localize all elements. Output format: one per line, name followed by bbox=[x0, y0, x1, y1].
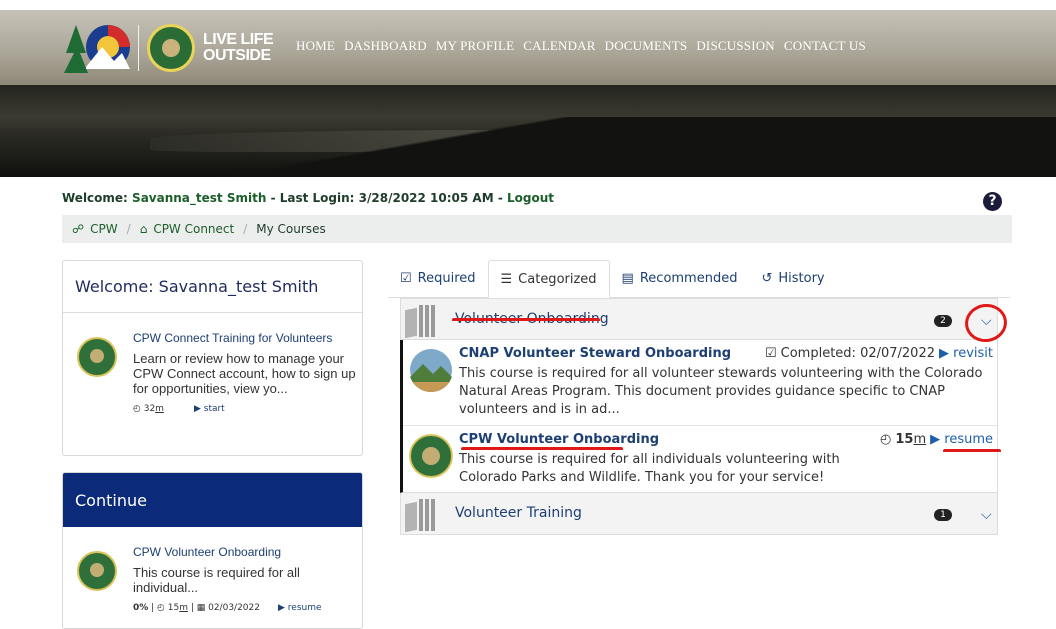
logo-line-2: OUTSIDE bbox=[203, 47, 271, 64]
last-login-label: - Last Login: bbox=[270, 191, 355, 205]
course-tabs: ☑ Required ☰ Categorized ▤ Recommended ↺ His… bbox=[388, 260, 1010, 298]
course-thumbnail bbox=[77, 337, 117, 377]
list-item: CPW Volunteer Onboarding This course is … bbox=[77, 545, 357, 613]
clock-icon: ◴ bbox=[880, 432, 892, 447]
link-icon: ☍ bbox=[72, 222, 85, 236]
continue-course-description: This course is required for all individu… bbox=[133, 565, 300, 595]
site-header: LIVE LIFE OUTSIDE HOME DASHBOARD MY PROF… bbox=[0, 10, 1056, 85]
tab-history[interactable]: ↺ History bbox=[749, 259, 836, 297]
welcome-card-title: Welcome: Savanna_test Smith bbox=[63, 261, 362, 313]
continue-course-progress: 0% | ◴ 15m | ▦ 02/03/2022 bbox=[133, 603, 260, 613]
night-sky-banner bbox=[0, 85, 1056, 177]
resume-link[interactable]: ▶ resume bbox=[930, 432, 993, 447]
category-accordion: Volunteer Onboarding 2 ⌵ CNAP Volunteer … bbox=[400, 298, 998, 535]
nav-discussion[interactable]: DISCUSSION bbox=[696, 38, 775, 54]
welcome-prefix: Welcome: bbox=[62, 191, 128, 205]
red-underline-annotation bbox=[943, 449, 1001, 453]
course-time: ◴ 32m bbox=[133, 404, 164, 414]
category-header-volunteer-training[interactable]: Volunteer Training 1 ⌵ bbox=[400, 493, 998, 535]
home-icon: ⌂ bbox=[139, 222, 148, 236]
last-login-value: 3/28/2022 10:05 AM bbox=[358, 191, 494, 205]
continue-course-title-link[interactable]: CPW Volunteer Onboarding bbox=[133, 545, 357, 559]
tab-categorized[interactable]: ☰ Categorized bbox=[487, 260, 610, 298]
top-border bbox=[0, 0, 1056, 10]
logo-divider bbox=[138, 25, 139, 71]
nav-calendar[interactable]: CALENDAR bbox=[523, 38, 595, 54]
breadcrumb: ☍ CPW / ⌂ CPW Connect / My Courses bbox=[62, 215, 1012, 243]
nav-home[interactable]: HOME bbox=[296, 38, 335, 54]
completed-status: Completed: 02/07/2022 bbox=[780, 346, 935, 361]
course-description: This course is required for all individu… bbox=[459, 452, 840, 485]
list-item: CPW Connect Training for Volunteers Lear… bbox=[77, 331, 357, 414]
course-description: Learn or review how to manage your CPW C… bbox=[133, 351, 356, 396]
welcome-line: Welcome: Savanna_test Smith - Last Login… bbox=[62, 191, 554, 205]
colorado-logo-icon bbox=[64, 25, 130, 73]
tab-recommended[interactable]: ▤ Recommended bbox=[610, 259, 750, 297]
tab-required[interactable]: ☑ Required bbox=[388, 259, 488, 297]
continue-resume-link[interactable]: ▶ resume bbox=[278, 603, 322, 613]
nav-contact-us[interactable]: CONTACT US bbox=[784, 38, 866, 54]
continue-card-title: Continue bbox=[63, 473, 362, 527]
course-status: ☑ Completed: 02/07/2022 ▶ revisit bbox=[765, 346, 993, 361]
welcome-user[interactable]: Savanna_test Smith bbox=[132, 191, 266, 205]
category-count-badge: 2 bbox=[934, 315, 952, 327]
cpw-seal-icon bbox=[409, 434, 453, 478]
category-title: Volunteer Training bbox=[455, 505, 582, 521]
nav-dashboard[interactable]: DASHBOARD bbox=[344, 38, 427, 54]
list-icon: ☰ bbox=[500, 271, 513, 287]
course-status: ◴ 15m ▶ resume bbox=[880, 432, 993, 447]
course-title-link[interactable]: CPW Connect Training for Volunteers bbox=[133, 331, 357, 345]
breadcrumb-my-courses: My Courses bbox=[256, 222, 326, 236]
category-body: CNAP Volunteer Steward Onboarding ☑ Comp… bbox=[400, 340, 998, 493]
help-icon[interactable]: ? bbox=[983, 192, 1002, 211]
logout-link[interactable]: Logout bbox=[507, 191, 554, 205]
continue-course-meta: 0% | ◴ 15m | ▦ 02/03/2022 ▶ resume bbox=[133, 603, 357, 613]
course-description: This course is required for all voluntee… bbox=[459, 366, 983, 417]
nav-my-profile[interactable]: MY PROFILE bbox=[436, 38, 514, 54]
course-title-link[interactable]: CPW Volunteer Onboarding bbox=[459, 432, 659, 447]
red-underline-annotation bbox=[452, 318, 600, 322]
card-icon: ▤ bbox=[621, 270, 634, 286]
start-link[interactable]: ▶ start bbox=[194, 404, 225, 414]
course-title-link[interactable]: CNAP Volunteer Steward Onboarding bbox=[459, 346, 731, 361]
table-row: CNAP Volunteer Steward Onboarding ☑ Comp… bbox=[403, 340, 997, 426]
continue-card: Continue CPW Volunteer Onboarding This c… bbox=[62, 472, 363, 629]
course-time: 15m bbox=[895, 432, 927, 447]
books-icon bbox=[403, 497, 437, 533]
logo-area[interactable]: LIVE LIFE OUTSIDE bbox=[62, 18, 274, 78]
course-thumbnail bbox=[77, 551, 117, 591]
course-meta: ◴ 32m ▶ start bbox=[133, 404, 357, 414]
logo-line-1: LIVE LIFE bbox=[203, 31, 274, 48]
cpw-seal-icon bbox=[147, 24, 195, 72]
breadcrumb-cpw[interactable]: CPW bbox=[90, 222, 117, 236]
calendar-check-icon: ☑ bbox=[765, 346, 777, 361]
books-icon bbox=[403, 303, 437, 339]
banner-hills bbox=[0, 117, 1056, 177]
breadcrumb-separator: / bbox=[243, 222, 248, 236]
history-icon: ↺ bbox=[761, 270, 773, 286]
category-count-badge: 1 bbox=[934, 509, 952, 521]
table-row: CPW Volunteer Onboarding ◴ 15m ▶ resume … bbox=[403, 426, 997, 492]
welcome-card: Welcome: Savanna_test Smith CPW Connect … bbox=[62, 260, 363, 456]
breadcrumb-separator: / bbox=[126, 222, 131, 236]
nav-documents[interactable]: DOCUMENTS bbox=[605, 38, 688, 54]
welcome-dash: - bbox=[497, 191, 503, 205]
main-nav: HOME DASHBOARD MY PROFILE CALENDAR DOCUM… bbox=[296, 38, 866, 54]
breadcrumb-cpw-connect[interactable]: CPW Connect bbox=[153, 222, 234, 236]
revisit-link[interactable]: ▶ revisit bbox=[939, 346, 993, 361]
live-life-outside-logo: LIVE LIFE OUTSIDE bbox=[203, 31, 274, 64]
cnap-logo-icon bbox=[409, 348, 453, 392]
chevron-down-icon[interactable]: ⌵ bbox=[981, 507, 995, 523]
red-underline-annotation bbox=[461, 447, 623, 451]
check-square-icon: ☑ bbox=[400, 270, 412, 286]
